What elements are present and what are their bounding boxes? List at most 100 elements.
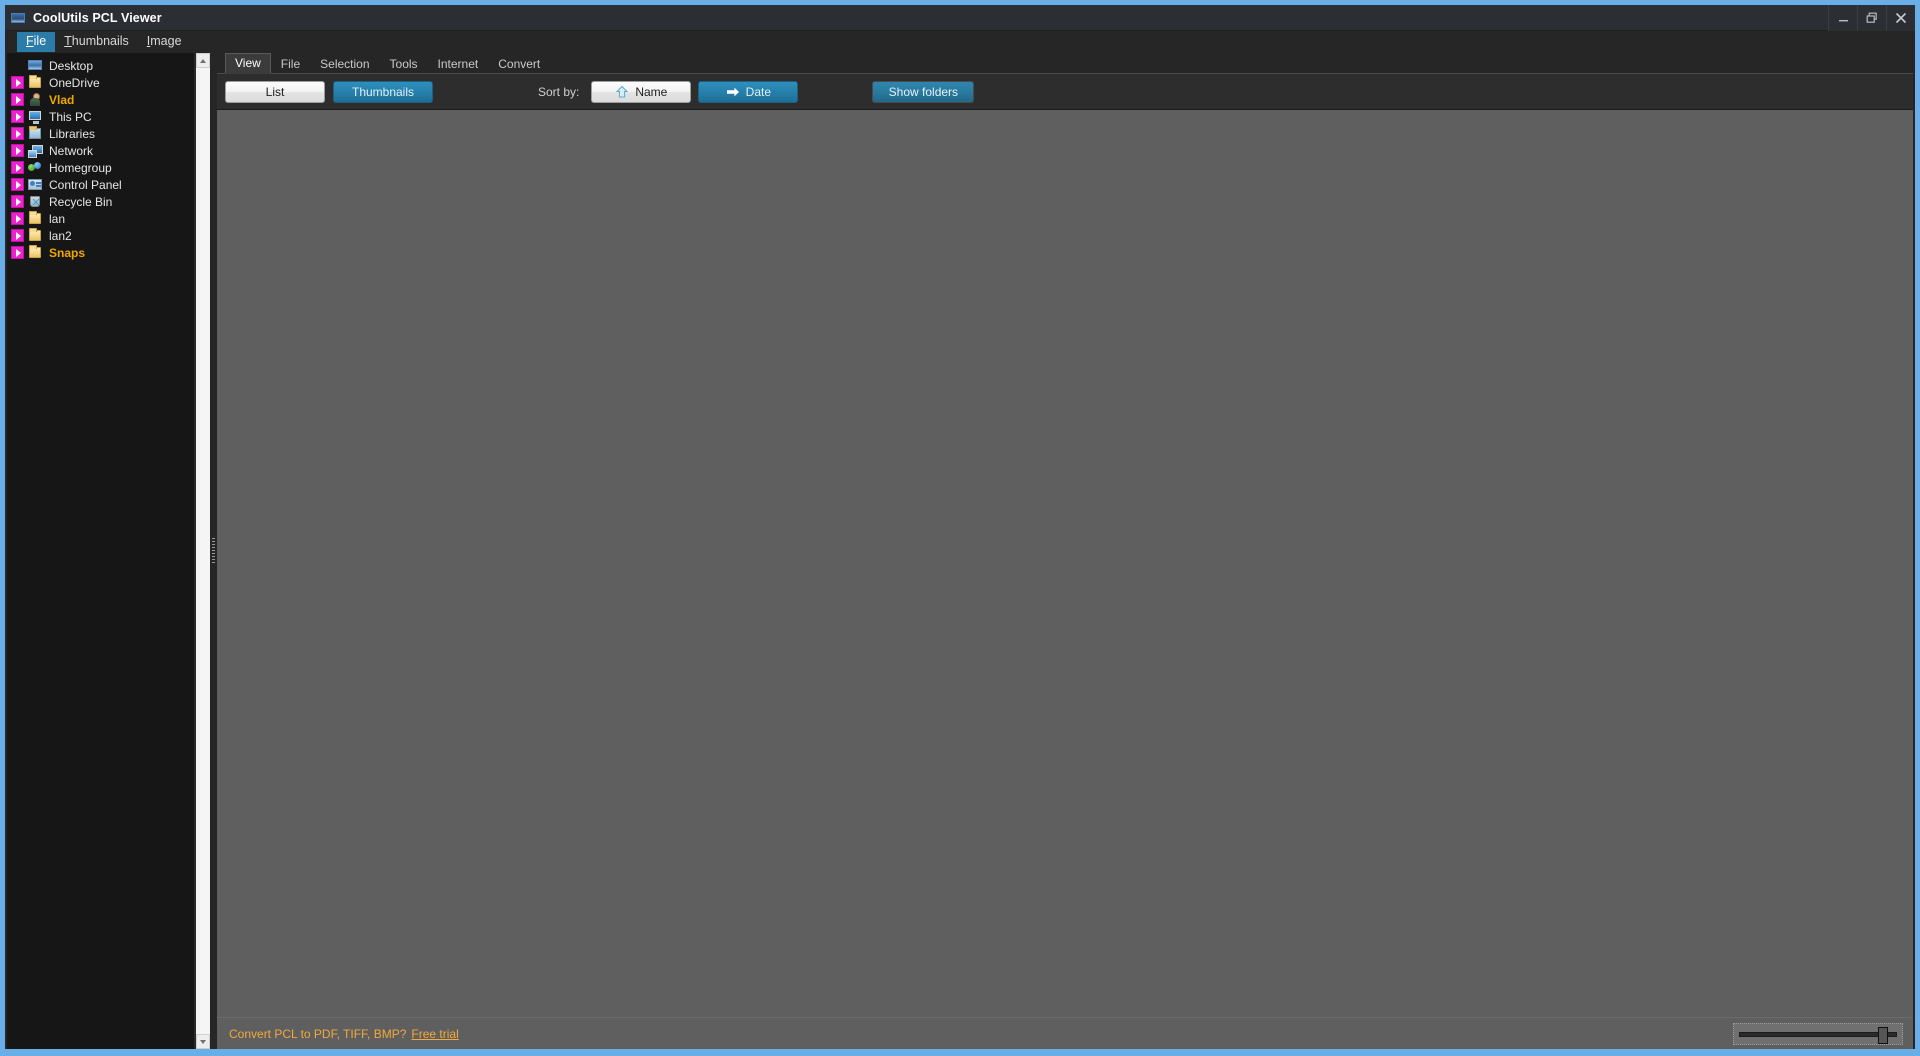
tree-item[interactable]: Desktop [7,57,194,74]
show-folders-button[interactable]: Show folders [872,80,975,103]
splitter-grip-icon [212,538,215,564]
expand-arrow-icon[interactable] [11,110,24,123]
restore-icon [1866,12,1877,23]
tree-item[interactable]: Snaps [7,244,194,261]
sidebar: Desktop OneDrive Vlad This PC Libraries Netwo… [7,53,210,1049]
body-row: Desktop OneDrive Vlad This PC Libraries Netwo… [5,53,1915,1049]
menu-item-file-rest: ile [33,34,47,48]
tab-convert[interactable]: Convert [488,54,550,74]
tree-item[interactable]: This PC [7,108,194,125]
sort-by-date-button[interactable]: Date [698,80,799,103]
arrow-right-icon [726,87,739,96]
tree-item-label: Homegroup [49,160,112,175]
thumbnails-view-button[interactable]: Thumbnails [333,80,433,103]
monitor-icon [10,11,26,25]
tree-item-label: Libraries [49,126,96,141]
arrow-up-icon [616,85,629,97]
restore-button[interactable] [1857,5,1886,31]
promo-text: Convert PCL to PDF, TIFF, BMP? [229,1026,407,1041]
list-view-button[interactable]: List [225,80,325,103]
scroll-up-button[interactable] [196,53,210,68]
list-view-label: List [265,84,285,99]
sidebar-scrollbar[interactable] [195,53,210,1049]
menu-item-thumbnails[interactable]: Thumbnails [55,32,138,52]
minimize-icon [1838,19,1848,21]
window-inner: CoolUtils PCL Viewer File Thumbnails Ima… [5,5,1915,1049]
zoom-slider-track[interactable] [1739,1026,1897,1044]
tree-item-label: Recycle Bin [49,194,113,209]
folder-icon [27,75,43,90]
computer-icon [27,109,43,124]
free-trial-link[interactable]: Free trial [411,1027,458,1041]
expand-arrow-icon[interactable] [11,246,24,259]
scroll-down-button[interactable] [196,1034,210,1049]
tree-item[interactable]: lan2 [7,227,194,244]
menu-item-image-rest: mage [150,34,182,48]
tree-item-label: Snaps [49,245,86,260]
zoom-slider-thumb[interactable] [1878,1026,1888,1044]
tab-file[interactable]: File [271,54,310,74]
close-button[interactable] [1886,5,1915,31]
tree-item-label: Network [49,143,94,158]
desktop-icon [27,58,43,73]
expand-arrow-icon[interactable] [11,144,24,157]
tree-item[interactable]: lan [7,210,194,227]
tree-item-label: Vlad [49,92,75,107]
expand-arrow-icon[interactable] [11,76,24,89]
menu-item-thumbnails-rest: humbnails [71,34,129,48]
expand-arrow-icon[interactable] [11,195,24,208]
network-icon [27,143,43,158]
sort-by-date-label: Date [745,84,772,99]
control-panel-icon [27,177,43,192]
tree-item[interactable]: Recycle Bin [7,193,194,210]
file-list-area[interactable] [217,110,1913,1017]
tree-item-label: Desktop [49,58,94,73]
expand-arrow-icon[interactable] [11,127,24,140]
tree-item[interactable]: Libraries [7,125,194,142]
tree-item[interactable]: Control Panel [7,176,194,193]
libraries-icon [27,126,43,141]
window-title: CoolUtils PCL Viewer [33,10,162,25]
folder-tree[interactable]: Desktop OneDrive Vlad This PC Libraries Netwo… [7,53,195,1049]
expand-arrow-icon[interactable] [11,212,24,225]
expand-arrow-icon[interactable] [11,229,24,242]
thumbnails-view-label: Thumbnails [351,84,415,99]
zoom-slider[interactable] [1733,1023,1903,1045]
tree-item-label: This PC [49,109,92,124]
show-folders-label: Show folders [888,84,959,99]
sort-by-name-label: Name [635,84,668,99]
minimize-button[interactable] [1828,5,1857,31]
tree-item[interactable]: OneDrive [7,74,194,91]
expand-arrow-icon[interactable] [11,93,24,106]
tab-strip: View File Selection Tools Internet Convert [217,53,1913,74]
tab-view[interactable]: View [225,53,271,74]
expand-arrow-icon[interactable] [11,161,24,174]
window-controls [1828,5,1915,31]
menu-item-file[interactable]: File [17,32,56,52]
recycle-bin-icon [27,194,43,209]
folder-icon [27,211,43,226]
tree-item[interactable]: Vlad [7,91,194,108]
tree-item[interactable]: Network [7,142,194,159]
tree-item[interactable]: Homegroup [7,159,194,176]
menu-item-file-mnemonic: F [26,34,34,48]
menu-bar: File Thumbnails Image [5,31,1915,53]
expander-spacer [11,59,24,72]
sort-by-label: Sort by: [538,84,580,99]
panel-splitter[interactable] [210,53,217,1049]
scrollbar-track[interactable] [196,68,210,1034]
sort-by-name-button[interactable]: Name [591,80,692,103]
tab-internet[interactable]: Internet [428,54,489,74]
tree-item-label: lan2 [49,228,72,243]
status-bar: Convert PCL to PDF, TIFF, BMP? Free tria… [217,1017,1913,1049]
chevron-down-icon [200,1039,206,1044]
view-toolbar: List Thumbnails Sort by: Name Date Show … [217,74,1913,110]
chevron-up-icon [200,58,206,63]
tab-selection[interactable]: Selection [310,54,379,74]
expand-arrow-icon[interactable] [11,178,24,191]
tree-item-label: lan [49,211,66,226]
menu-item-image[interactable]: Image [138,32,191,52]
tab-tools[interactable]: Tools [380,54,428,74]
menu-item-thumbnails-mnemonic: T [64,34,72,48]
application-window: CoolUtils PCL Viewer File Thumbnails Ima… [0,0,1920,1056]
